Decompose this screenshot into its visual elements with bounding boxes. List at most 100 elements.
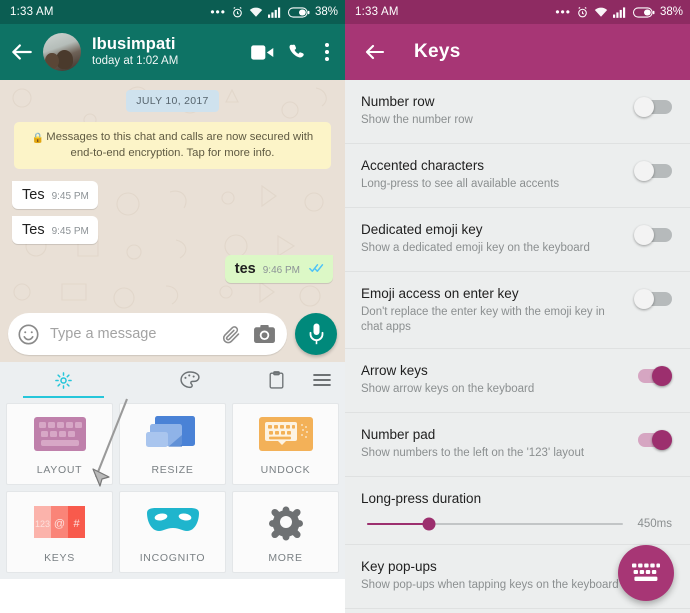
keyboard-tab-themes[interactable] — [127, 362, 254, 398]
toggle-emoji-access-enter-key[interactable] — [634, 289, 672, 309]
message-input-field[interactable]: Type a message — [8, 313, 287, 355]
status-time: 1:33 AM — [10, 6, 54, 18]
message-composer: Type a message — [0, 306, 345, 362]
keyboard-icon — [632, 563, 660, 581]
setting-subtitle: Show numbers to the left on the '123' la… — [361, 447, 585, 459]
setting-row-emoji-access-enter-key[interactable]: Emoji access on enter key Don't replace … — [345, 272, 690, 349]
keyboard-tab-settings[interactable] — [0, 362, 127, 398]
left-pane-whatsapp: 1:33 AM ••• 38% Ibusimpati today at 1:02… — [0, 0, 345, 613]
message-bubble[interactable]: tes 9:46 PM — [224, 255, 333, 283]
keyboard-tab-menu[interactable] — [299, 362, 345, 398]
message-time: 9:45 PM — [51, 226, 89, 237]
keyboard-layout-icon — [28, 413, 92, 455]
message-time: 9:45 PM — [51, 191, 89, 202]
status-bar-right: 1:33 AM ••• 38% — [345, 0, 690, 24]
setting-row-number-pad[interactable]: Number pad Show numbers to the left on t… — [345, 413, 690, 477]
setting-title: Accented characters — [361, 158, 485, 173]
svg-text:#: # — [73, 518, 80, 530]
card-keys[interactable]: 123 @ # KEYS — [6, 491, 113, 573]
svg-text:@: @ — [53, 518, 64, 530]
toggle-dedicated-emoji-key[interactable] — [634, 225, 672, 245]
message-bubble[interactable]: Tes 9:45 PM — [12, 216, 98, 244]
setting-row-dedicated-emoji-key[interactable]: Dedicated emoji key Show a dedicated emo… — [345, 208, 690, 272]
setting-row-accented-characters[interactable]: Accented characters Long-press to see al… — [345, 144, 690, 208]
card-layout[interactable]: LAYOUT — [6, 403, 113, 485]
card-label: MORE — [268, 551, 303, 564]
avatar[interactable] — [43, 33, 81, 71]
undock-keyboard-icon — [254, 413, 318, 455]
whatsapp-header: Ibusimpati today at 1:02 AM — [0, 24, 345, 80]
message-row-incoming-1: Tes 9:45 PM — [12, 181, 333, 209]
setting-title: Long-press duration — [361, 491, 482, 506]
alarm-icon — [233, 6, 242, 17]
resize-windows-icon — [141, 413, 205, 455]
wifi-icon — [594, 7, 608, 17]
slider-value-label: 450ms — [637, 518, 672, 530]
toggle-accented-characters[interactable] — [634, 161, 672, 181]
encryption-notice-text: Messages to this chat and calls are now … — [46, 131, 314, 159]
alarm-icon — [578, 6, 587, 17]
special-keys-icon: 123 @ # — [28, 501, 92, 543]
keyboard-fab-button[interactable] — [618, 545, 674, 601]
card-label: LAYOUT — [36, 463, 83, 476]
gear-icon — [54, 371, 72, 389]
message-input-placeholder[interactable]: Type a message — [50, 326, 221, 342]
card-resize[interactable]: RESIZE — [119, 403, 226, 485]
contact-name[interactable]: Ibusimpati — [92, 35, 251, 54]
keys-settings-header: Keys — [345, 24, 690, 80]
paperclip-icon[interactable] — [221, 324, 242, 345]
right-pane-keys-settings: 1:33 AM ••• 38% Keys Number row Show the… — [345, 0, 690, 613]
status-bar-left: 1:33 AM ••• 38% — [0, 0, 345, 24]
card-more[interactable]: MORE — [232, 491, 339, 573]
back-arrow-icon[interactable] — [9, 39, 35, 65]
voice-record-button[interactable] — [295, 313, 337, 355]
setting-subtitle: Long-press to see all available accents — [361, 178, 560, 190]
long-press-duration-slider[interactable] — [367, 517, 624, 531]
encryption-notice[interactable]: 🔒 Messages to this chat and calls are now… — [14, 122, 331, 169]
card-label: INCOGNITO — [139, 551, 206, 564]
card-label: KEYS — [44, 551, 75, 564]
lock-icon: 🔒 — [31, 133, 45, 144]
setting-row-long-press-duration[interactable]: Long-press duration 450ms — [345, 477, 690, 545]
toggle-number-pad[interactable] — [634, 430, 672, 450]
message-text: Tes — [22, 187, 45, 203]
setting-title: Number row — [361, 94, 435, 109]
card-label: RESIZE — [151, 463, 194, 476]
mask-icon — [141, 501, 205, 543]
back-arrow-icon[interactable] — [363, 40, 387, 64]
message-time: 9:46 PM — [262, 265, 300, 276]
clipboard-icon — [269, 371, 283, 389]
card-incognito[interactable]: INCOGNITO — [119, 491, 226, 573]
microphone-icon — [309, 323, 323, 345]
camera-icon[interactable] — [254, 324, 275, 344]
setting-subtitle: Show the number row — [361, 114, 473, 126]
battery-percent: 38% — [659, 6, 683, 18]
setting-row-number-row[interactable]: Number row Show the number row — [345, 80, 690, 144]
message-text: Tes — [22, 222, 45, 238]
message-row-incoming-2: Tes 9:45 PM — [12, 216, 333, 244]
slider-knob[interactable] — [422, 517, 436, 531]
chat-message-area: JULY 10, 2017 🔒 Messages to this chat and… — [0, 80, 345, 362]
keyboard-feature-cards: LAYOUT RESIZE UNDOCK 123 @ # KEYS INCOGN… — [0, 398, 345, 579]
toggle-number-row[interactable] — [634, 97, 672, 117]
message-text: tes — [234, 261, 256, 277]
battery-percent: 38% — [314, 6, 338, 18]
page-title: Keys — [414, 41, 461, 62]
voice-call-icon[interactable] — [288, 43, 307, 62]
smiley-icon[interactable] — [17, 323, 40, 346]
contact-status: today at 1:02 AM — [92, 55, 179, 67]
battery-icon — [287, 6, 310, 18]
setting-subtitle: Show pop-ups when tapping keys on the ke… — [361, 579, 619, 591]
video-call-icon[interactable] — [251, 44, 274, 61]
read-receipt-icon — [309, 264, 324, 272]
toggle-arrow-keys[interactable] — [634, 366, 672, 386]
setting-row-arrow-keys[interactable]: Arrow keys Show arrow keys on the keyboa… — [345, 349, 690, 413]
setting-title: Arrow keys — [361, 363, 428, 378]
keyboard-tab-clipboard[interactable] — [253, 362, 299, 398]
card-undock[interactable]: UNDOCK — [232, 403, 339, 485]
overflow-menu-icon[interactable] — [321, 43, 333, 61]
card-label: UNDOCK — [260, 463, 311, 476]
message-bubble[interactable]: Tes 9:45 PM — [12, 181, 98, 209]
signal-icon — [267, 7, 281, 18]
setting-subtitle: Don't replace the enter key with the emo… — [361, 306, 605, 333]
